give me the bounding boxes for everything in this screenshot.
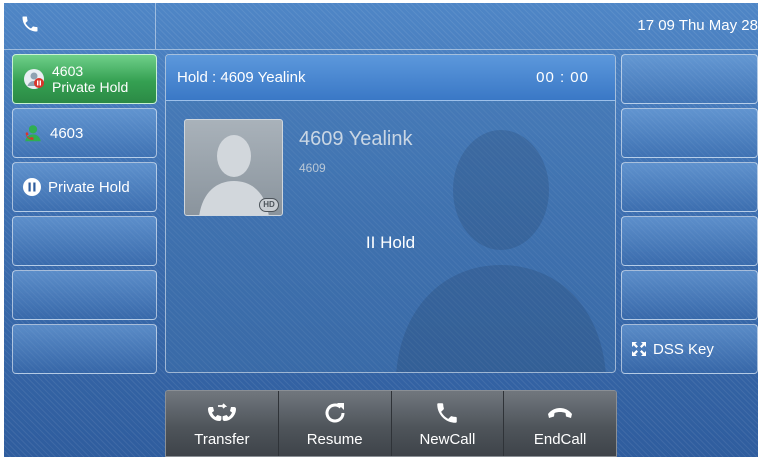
call-header: Hold : 4609 Yealink 00 : 00 bbox=[166, 55, 615, 101]
resume-label: Resume bbox=[306, 431, 363, 448]
call-panel: Hold : 4609 Yealink 00 : 00 HD 4609 Yeal… bbox=[165, 54, 616, 373]
softkey-bar: Transfer Resume NewCall EndCall bbox=[165, 390, 617, 457]
status-bar: 17 09 Thu May 28 bbox=[4, 3, 758, 50]
end-call-icon bbox=[546, 399, 574, 427]
dss-key-2[interactable] bbox=[621, 108, 758, 158]
new-call-button[interactable]: NewCall bbox=[391, 391, 505, 456]
call-timer: 00 : 00 bbox=[536, 69, 589, 86]
dss-key-5[interactable] bbox=[621, 270, 758, 320]
line-key-1-status: Private Hold bbox=[52, 79, 129, 95]
contact-green-icon bbox=[22, 122, 44, 144]
line-key-2[interactable]: 4603 bbox=[12, 108, 157, 158]
status-phone-area[interactable] bbox=[4, 3, 156, 49]
dss-key-1[interactable] bbox=[621, 54, 758, 104]
contact-hold-icon bbox=[22, 67, 46, 91]
new-call-icon bbox=[434, 399, 460, 427]
line-key-6[interactable] bbox=[12, 324, 157, 374]
resume-icon bbox=[322, 399, 348, 427]
dss-key-6-label: DSS Key bbox=[653, 340, 714, 358]
status-datetime: 17 09 Thu May 28 bbox=[637, 17, 758, 34]
end-call-label: EndCall bbox=[533, 431, 587, 448]
line-key-2-label: 4603 bbox=[50, 124, 84, 142]
contact-avatar: HD bbox=[184, 119, 283, 216]
transfer-icon bbox=[207, 399, 237, 427]
call-header-title: Hold : 4609 Yealink bbox=[177, 69, 306, 86]
call-status: II Hold bbox=[365, 233, 416, 252]
contact-number: 4609 bbox=[299, 161, 326, 175]
dss-key-6[interactable]: DSS Key bbox=[621, 324, 758, 374]
line-key-5[interactable] bbox=[12, 270, 157, 320]
phone-screen: 17 09 Thu May 28 4603 Private Hold 4603 … bbox=[4, 3, 758, 457]
line-key-1[interactable]: 4603 Private Hold bbox=[12, 54, 157, 104]
transfer-label: Transfer bbox=[194, 431, 250, 448]
line-key-1-number: 4603 bbox=[52, 63, 84, 79]
line-key-3[interactable]: Private Hold bbox=[12, 162, 157, 212]
resume-button[interactable]: Resume bbox=[278, 391, 392, 456]
new-call-label: NewCall bbox=[419, 431, 476, 448]
end-call-button[interactable]: EndCall bbox=[504, 391, 616, 456]
line-key-4[interactable] bbox=[12, 216, 157, 266]
contact-name: 4609 Yealink bbox=[299, 128, 413, 150]
dss-key-4[interactable] bbox=[621, 216, 758, 266]
pause-icon bbox=[22, 177, 42, 197]
phone-icon bbox=[20, 14, 40, 39]
line-key-3-label: Private Hold bbox=[48, 178, 130, 196]
expand-icon bbox=[631, 341, 647, 357]
dss-key-3[interactable] bbox=[621, 162, 758, 212]
hd-badge: HD bbox=[259, 198, 279, 212]
transfer-button[interactable]: Transfer bbox=[166, 391, 279, 456]
